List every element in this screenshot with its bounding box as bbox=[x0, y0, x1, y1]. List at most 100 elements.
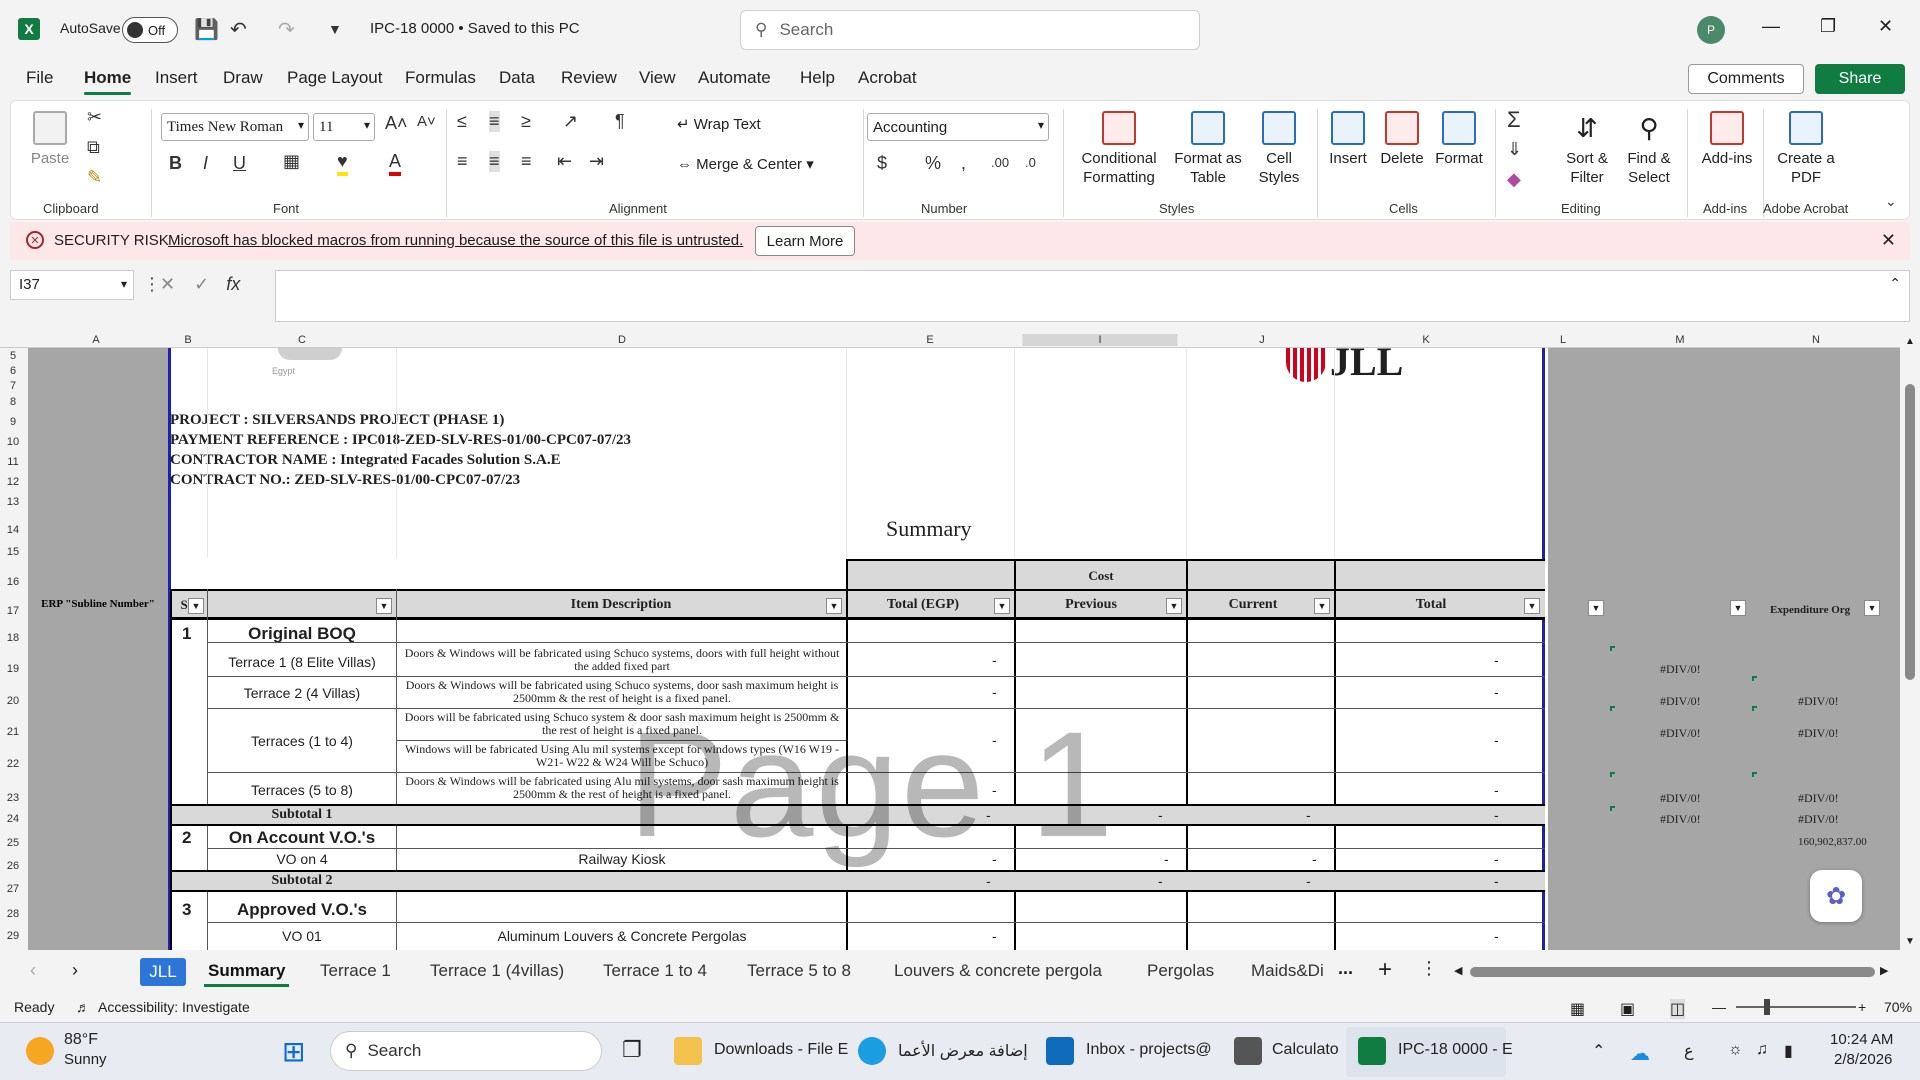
align-bottom-icon[interactable]: ≥ bbox=[521, 111, 531, 132]
row-header[interactable]: 28 bbox=[0, 908, 26, 920]
scrollbar-thumb[interactable] bbox=[1470, 967, 1875, 977]
customize-toolbar-icon[interactable]: ▼ bbox=[328, 21, 342, 37]
close-icon[interactable]: ✕ bbox=[1881, 230, 1896, 251]
accessibility-status[interactable]: Accessibility: Investigate bbox=[98, 999, 250, 1015]
decrease-decimal-icon[interactable]: .0 bbox=[1025, 155, 1036, 170]
row-header[interactable]: 21 bbox=[0, 726, 26, 738]
avatar[interactable]: P bbox=[1697, 16, 1725, 44]
share-button[interactable]: Share bbox=[1815, 64, 1905, 94]
filter-dropdown-icon[interactable]: ▼ bbox=[1730, 600, 1746, 616]
row-header[interactable]: 29 bbox=[0, 930, 26, 942]
row-header[interactable]: 23 bbox=[0, 792, 26, 804]
column-header[interactable]: D bbox=[618, 334, 626, 346]
sheet-tab-maids[interactable]: Maids&Di bbox=[1251, 961, 1327, 981]
add-sheet-icon[interactable]: + bbox=[1378, 956, 1392, 984]
column-header[interactable]: K bbox=[1422, 334, 1429, 346]
sheet-tab-terrace-1-to-4[interactable]: Terrace 1 to 4 bbox=[603, 961, 707, 981]
name-box[interactable]: I37 ▾ bbox=[10, 270, 134, 300]
font-size-select[interactable]: 11 ▾ bbox=[313, 113, 375, 141]
align-left-icon[interactable]: ≡ bbox=[457, 151, 468, 172]
row-header[interactable]: 22 bbox=[0, 758, 26, 770]
filter-dropdown-icon[interactable]: ▼ bbox=[376, 598, 392, 614]
sheet-options-icon[interactable]: ⋮ bbox=[1420, 958, 1438, 979]
minimize-icon[interactable]: — bbox=[1762, 16, 1780, 37]
clock-time[interactable]: 10:24 AM bbox=[1830, 1031, 1893, 1048]
sheet-tab-pergolas[interactable]: Pergolas bbox=[1147, 961, 1214, 981]
autosum-icon[interactable]: Σ bbox=[1507, 107, 1521, 133]
autosave-toggle[interactable]: Off bbox=[122, 17, 178, 43]
taskbar-app-browser[interactable]: إضافة معرض الأعما bbox=[898, 1041, 1028, 1061]
calculator-icon[interactable] bbox=[1234, 1037, 1262, 1065]
weather-condition[interactable]: Sunny bbox=[64, 1051, 107, 1068]
zoom-slider[interactable] bbox=[1736, 1006, 1856, 1008]
format-cells-button[interactable]: Format bbox=[1431, 111, 1487, 168]
align-middle-icon[interactable]: ≡ bbox=[489, 111, 500, 132]
taskbar-app-calculator[interactable]: Calculato bbox=[1272, 1041, 1339, 1059]
tab-acrobat[interactable]: Acrobat bbox=[858, 68, 917, 88]
taskbar-app-excel[interactable]: IPC-18 0000 - E bbox=[1398, 1041, 1513, 1059]
undo-icon[interactable]: ↶ bbox=[230, 17, 247, 42]
insert-cells-button[interactable]: Insert bbox=[1323, 111, 1373, 168]
document-title[interactable]: IPC-18 0000 • Saved to this PC bbox=[370, 20, 580, 37]
search-box[interactable]: ⚲ Search bbox=[740, 10, 1200, 50]
onedrive-icon[interactable]: ☁ bbox=[1630, 1041, 1650, 1066]
enter-icon[interactable]: ✓ bbox=[194, 274, 209, 294]
copilot-icon[interactable]: ✿ bbox=[1810, 870, 1862, 922]
font-color-icon[interactable]: A bbox=[389, 151, 402, 176]
close-icon[interactable]: ✕ bbox=[1878, 16, 1893, 37]
comma-icon[interactable]: , bbox=[961, 153, 966, 174]
tab-page-layout[interactable]: Page Layout bbox=[287, 68, 382, 88]
task-view-icon[interactable]: ❐ bbox=[622, 1037, 642, 1063]
sheet-tab-terrace-1-4villas[interactable]: Terrace 1 (4villas) bbox=[430, 961, 564, 981]
find-select-button[interactable]: ⚲ Find & Select bbox=[1619, 111, 1679, 187]
sheet-tab-terrace-5-to-8[interactable]: Terrace 5 to 8 bbox=[747, 961, 851, 981]
clear-icon[interactable]: ◆ bbox=[1507, 169, 1521, 190]
tab-automate[interactable]: Automate bbox=[698, 68, 771, 88]
create-pdf-button[interactable]: Create a PDF bbox=[1771, 111, 1841, 187]
decrease-indent-icon[interactable]: ⇤ bbox=[557, 151, 572, 172]
tab-insert[interactable]: Insert bbox=[155, 68, 198, 88]
merge-center-button[interactable]: ⇔ Merge & Center ▾ bbox=[677, 155, 814, 174]
column-header[interactable]: M bbox=[1675, 334, 1684, 346]
increase-decimal-icon[interactable]: .00 bbox=[991, 155, 1009, 170]
filter-dropdown-icon[interactable]: ▼ bbox=[1314, 598, 1330, 614]
scroll-down-icon[interactable]: ▼ bbox=[1905, 936, 1915, 947]
row-header[interactable]: 12 bbox=[0, 476, 26, 488]
font-name-select[interactable]: Times New Roman ▾ bbox=[161, 113, 309, 141]
row-header[interactable]: 19 bbox=[0, 663, 26, 675]
filter-dropdown-icon[interactable]: ▼ bbox=[994, 598, 1010, 614]
wifi-icon[interactable]: ☼ bbox=[1728, 1041, 1743, 1059]
page-layout-view-icon[interactable]: ▣ bbox=[1620, 999, 1635, 1019]
conditional-formatting-button[interactable]: Conditional Formatting bbox=[1071, 111, 1167, 187]
row-header[interactable]: 17 bbox=[0, 605, 26, 617]
prev-sheet-icon[interactable]: ‹ bbox=[30, 960, 36, 981]
tab-draw[interactable]: Draw bbox=[223, 68, 263, 88]
language-indicator[interactable]: ع bbox=[1684, 1041, 1694, 1061]
row-header[interactable]: 14 bbox=[0, 524, 26, 536]
orientation-icon[interactable]: ↗ bbox=[563, 111, 578, 132]
row-header[interactable]: 18 bbox=[0, 632, 26, 644]
bold-icon[interactable]: B bbox=[169, 153, 182, 174]
sheet-tab-terrace-1[interactable]: Terrace 1 bbox=[320, 961, 391, 981]
row-header[interactable]: 13 bbox=[0, 496, 26, 508]
zoom-out-icon[interactable]: — bbox=[1712, 999, 1726, 1015]
filter-dropdown-icon[interactable]: ▼ bbox=[1166, 598, 1182, 614]
italic-icon[interactable]: I bbox=[203, 153, 208, 174]
format-painter-icon[interactable]: ✎ bbox=[87, 167, 102, 188]
column-header[interactable]: B bbox=[184, 334, 191, 346]
number-format-select[interactable]: Accounting ▾ bbox=[867, 113, 1049, 141]
text-direction-icon[interactable]: ¶ bbox=[615, 111, 625, 132]
row-header[interactable]: 26 bbox=[0, 860, 26, 872]
comments-button[interactable]: Comments bbox=[1688, 64, 1804, 94]
column-header[interactable]: A bbox=[92, 334, 99, 346]
tab-formulas[interactable]: Formulas bbox=[405, 68, 476, 88]
zoom-slider-thumb[interactable] bbox=[1764, 999, 1770, 1015]
file-explorer-icon[interactable] bbox=[674, 1037, 702, 1065]
excel-taskbar-icon[interactable] bbox=[1358, 1037, 1386, 1065]
tab-help[interactable]: Help bbox=[800, 68, 835, 88]
row-header[interactable]: 16 bbox=[0, 576, 26, 588]
weather-sun-icon[interactable] bbox=[26, 1037, 54, 1065]
worksheet[interactable]: Egypt JLL PROJECT : SILVERSANDS PROJECT … bbox=[28, 348, 1900, 950]
filter-dropdown-icon[interactable]: ▼ bbox=[188, 598, 204, 614]
format-as-table-button[interactable]: Format as Table bbox=[1171, 111, 1245, 187]
